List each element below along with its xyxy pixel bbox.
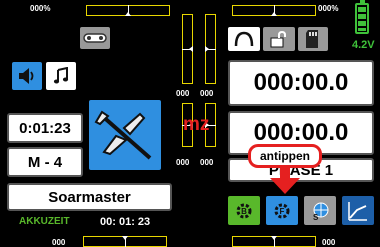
model-name-display[interactable]: Soarmaster	[7, 183, 172, 211]
arc-icon[interactable]	[228, 27, 260, 51]
globe-icon[interactable]: S	[304, 196, 336, 225]
akku-time-value: 00: 01: 23	[100, 216, 151, 228]
trim-value: 000	[176, 89, 190, 98]
akku-label: AKKUZEIT	[19, 216, 70, 227]
top-left-trim-value: 000%	[30, 4, 51, 13]
top-left-horizontal-trim	[86, 5, 170, 16]
trim-value: 000	[200, 158, 214, 167]
gear-f-icon[interactable]: F	[266, 196, 298, 225]
mz-label: mz	[183, 114, 210, 135]
sd-card-icon[interactable]	[298, 27, 328, 51]
model-slot-display[interactable]: M - 4	[7, 147, 83, 177]
speaker-icon[interactable]	[12, 62, 42, 90]
top-right-trim-value: 000%	[318, 4, 339, 13]
svg-text:F: F	[280, 207, 285, 216]
svg-text:S: S	[313, 213, 319, 222]
right-vertical-trim	[205, 14, 216, 84]
bottom-left-horizontal-trim	[83, 236, 167, 247]
bottom-right-horizontal-trim	[232, 236, 316, 247]
trim-value: 000	[52, 238, 66, 247]
callout-arrow-icon	[270, 168, 300, 194]
unlock-icon[interactable]	[263, 27, 295, 51]
battery-voltage: 4.2V	[352, 39, 375, 51]
time-display[interactable]: 0:01:23	[7, 113, 83, 143]
svg-text:B: B	[241, 207, 247, 216]
trim-value: 000	[176, 158, 190, 167]
trim-value: 000	[322, 238, 336, 247]
servo-link-icon[interactable]	[80, 27, 110, 49]
airplane-icon[interactable]	[89, 100, 161, 170]
music-note-icon[interactable]	[46, 62, 76, 90]
timer-top-display[interactable]: 000:00.0	[228, 60, 374, 106]
top-right-horizontal-trim	[232, 5, 316, 16]
gear-b-icon[interactable]: B	[228, 196, 260, 225]
curve-icon[interactable]	[342, 196, 374, 225]
tap-callout: antippen	[248, 144, 322, 168]
battery-icon	[355, 0, 369, 34]
callout-text: antippen	[260, 149, 310, 163]
trim-value: 000	[200, 89, 214, 98]
left-vertical-trim	[182, 14, 193, 84]
